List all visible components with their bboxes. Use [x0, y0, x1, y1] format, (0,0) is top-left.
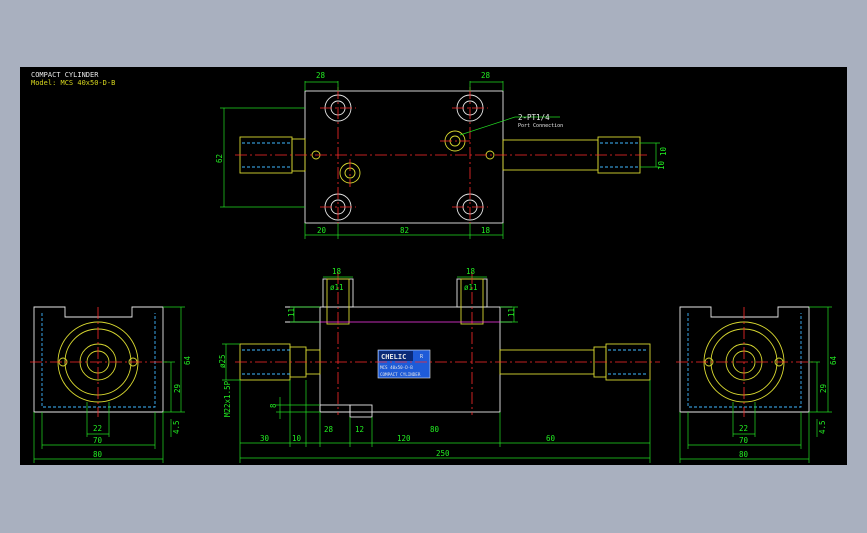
dim-right-4-5: 4.5 — [818, 420, 827, 434]
dim-left-70: 70 — [93, 436, 103, 445]
nameplate-brand: CHELIC — [381, 353, 406, 361]
side-view-right-body — [679, 306, 810, 413]
dim-front-18-left: 18 — [332, 267, 342, 276]
dim-front-10: 10 — [292, 434, 302, 443]
side-view-right — [676, 306, 814, 417]
dim-top-10-lower: 10 — [657, 160, 666, 170]
dim-front-28: 28 — [324, 425, 334, 434]
dim-front-11-right: 11 — [507, 308, 516, 317]
dim-front-rod-dia: ø25 — [218, 354, 227, 368]
side-view-left-dimensions: 64 29 4.5 22 70 80 — [33, 306, 192, 463]
side-view-right-dimensions: 64 29 4.5 22 70 80 — [679, 306, 838, 463]
cad-drawing-canvas[interactable]: COMPACT CYLINDER Model: MCS 40x50-D-B 28… — [20, 67, 847, 465]
dim-front-d11-right: ø11 — [464, 283, 478, 292]
dim-left-29: 29 — [173, 384, 182, 393]
dim-right-70: 70 — [739, 436, 749, 445]
dim-right-80: 80 — [739, 450, 749, 459]
engineering-drawing: 28 28 62 10 10 20 82 18 2-PT1/4 Port Con… — [30, 71, 838, 463]
dim-left-22: 22 — [93, 424, 102, 433]
dim-right-29: 29 — [819, 384, 828, 393]
front-view-dimensions: 18 18 ø11 ø11 11 11 ø25 M22x1.5P 8 30 10… — [218, 267, 651, 463]
dim-top-20: 20 — [317, 226, 327, 235]
dim-top-28-left: 28 — [316, 71, 326, 80]
dim-top-62: 62 — [215, 154, 224, 163]
nameplate-model: MCS 40x50-D-B — [380, 365, 413, 370]
dim-front-60: 60 — [546, 434, 556, 443]
dim-left-64: 64 — [183, 355, 192, 365]
dim-top-18: 18 — [481, 226, 491, 235]
dim-front-d11-left: ø11 — [330, 283, 344, 292]
dim-top-28-right: 28 — [481, 71, 491, 80]
nameplate-name: COMPACT CYLINDER — [380, 372, 421, 377]
port-label: Port Connection — [518, 123, 563, 129]
dim-top-82: 82 — [400, 226, 409, 235]
dim-front-80: 80 — [430, 425, 440, 434]
top-view-body — [304, 90, 504, 224]
dim-front-30: 30 — [260, 434, 270, 443]
dim-front-11-left: 11 — [287, 308, 296, 317]
side-view-left — [30, 306, 168, 417]
dim-right-22: 22 — [739, 424, 748, 433]
dim-front-12: 12 — [355, 425, 364, 434]
dim-top-10-upper: 10 — [659, 146, 668, 156]
dim-front-thread: M22x1.5P — [223, 380, 232, 417]
front-view: CHELIC R MCS 40x50-D-B COMPACT CYLINDER — [235, 272, 660, 418]
port-spec: 2-PT1/4 — [518, 113, 550, 122]
side-view-left-body — [33, 306, 164, 413]
dim-left-4-5: 4.5 — [172, 420, 181, 434]
dim-front-8: 8 — [269, 403, 278, 408]
dim-left-80: 80 — [93, 450, 103, 459]
dim-right-64: 64 — [829, 355, 838, 365]
dim-front-120: 120 — [397, 434, 411, 443]
dim-front-18-right: 18 — [466, 267, 476, 276]
dim-front-250: 250 — [436, 449, 450, 458]
